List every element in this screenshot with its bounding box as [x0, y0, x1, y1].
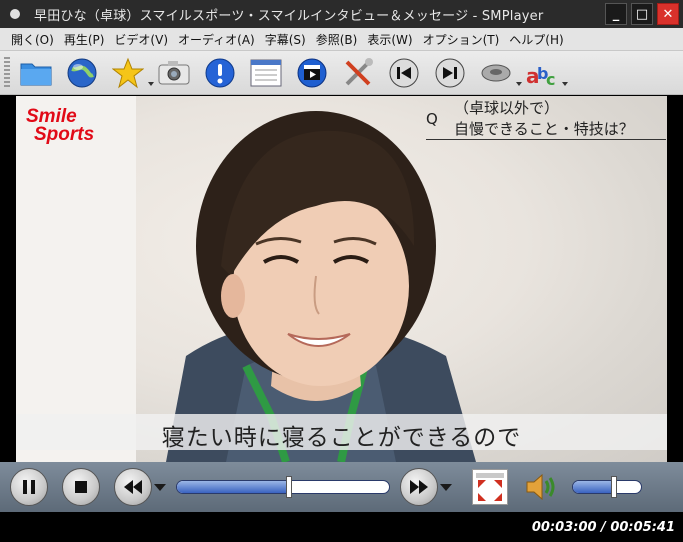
toolbar: abc — [0, 51, 683, 95]
svg-text:c: c — [546, 70, 555, 89]
video-person-image — [16, 96, 476, 462]
seek-thumb[interactable] — [286, 476, 293, 498]
menu-audio[interactable]: オーディオ(A) — [173, 31, 260, 48]
video-area[interactable]: Smile Sports Q （卓球以外で） 自慢できること・特技は？ 寝たい時… — [0, 96, 683, 462]
info-icon[interactable] — [202, 55, 238, 91]
audio-track-dropdown-arrow[interactable] — [516, 81, 522, 86]
media-clapper-icon[interactable] — [294, 55, 330, 91]
volume-thumb[interactable] — [610, 476, 617, 498]
menu-browse[interactable]: 参照(B) — [311, 31, 363, 48]
menu-subtitles[interactable]: 字幕(S) — [260, 31, 311, 48]
window-title: 早田ひな（卓球）スマイルスポーツ・スマイルインタビュー＆メッセージ - SMPl… — [34, 8, 544, 24]
minimize-button[interactable]: _ — [605, 3, 627, 25]
star-icon[interactable] — [110, 55, 154, 91]
question-mark-label: Q — [426, 110, 438, 128]
rewind-dropdown-arrow[interactable] — [154, 483, 166, 491]
menu-help[interactable]: ヘルプ(H) — [504, 31, 568, 48]
menu-view[interactable]: 表示(W) — [362, 31, 417, 48]
volume-slider[interactable] — [572, 476, 642, 498]
settings-tools-icon[interactable] — [340, 55, 376, 91]
forward-icon — [410, 480, 428, 494]
subtitle-text: 寝たい時に寝ることができるので — [161, 425, 522, 451]
menu-bar: 開く(O) 再生(P) ビデオ(V) オーディオ(A) 字幕(S) 参照(B) … — [0, 28, 683, 51]
fullscreen-button[interactable] — [472, 469, 508, 505]
folder-icon[interactable] — [18, 55, 54, 91]
logo-line-2: Sports — [34, 124, 95, 145]
camera-icon[interactable] — [156, 55, 192, 91]
globe-icon[interactable] — [64, 55, 100, 91]
smile-sports-logo: Smile Sports — [26, 107, 95, 145]
fullscreen-icon — [476, 473, 504, 501]
speaker-icon — [526, 473, 555, 501]
seek-slider[interactable] — [176, 476, 390, 498]
maximize-button[interactable]: □ — [631, 3, 653, 25]
control-bar — [0, 462, 683, 512]
volume-level — [573, 481, 614, 493]
subtitle-abc-icon[interactable]: abc — [524, 55, 568, 91]
stop-button[interactable] — [62, 468, 100, 506]
menu-video[interactable]: ビデオ(V) — [109, 31, 173, 48]
window-menu-icon[interactable] — [10, 9, 20, 19]
status-bar: 00:03:00 / 00:05:41 — [0, 512, 683, 542]
mute-button[interactable] — [524, 469, 560, 505]
question-text: （卓球以外で） 自慢できること・特技は？ — [454, 98, 634, 140]
toolbar-grip[interactable] — [4, 56, 10, 89]
forward-dropdown-arrow[interactable] — [440, 483, 452, 491]
time-display: 00:03:00 / 00:05:41 — [531, 519, 675, 535]
star-dropdown-arrow[interactable] — [148, 81, 154, 86]
stop-icon — [75, 481, 87, 493]
rewind-button[interactable] — [114, 468, 152, 506]
question-line-2: 自慢できること・特技は？ — [454, 120, 634, 138]
rewind-icon — [124, 480, 142, 494]
menu-play[interactable]: 再生(P) — [59, 31, 110, 48]
subtitle-dropdown-arrow[interactable] — [562, 81, 568, 86]
playlist-icon[interactable] — [248, 55, 284, 91]
menu-options[interactable]: オプション(T) — [418, 31, 505, 48]
menu-open[interactable]: 開く(O) — [6, 31, 59, 48]
question-caption: Q （卓球以外で） 自慢できること・特技は？ — [426, 98, 666, 140]
next-icon[interactable] — [432, 55, 468, 91]
video-frame[interactable]: Smile Sports Q （卓球以外で） 自慢できること・特技は？ 寝たい時… — [16, 96, 667, 462]
close-button[interactable]: ✕ — [657, 3, 679, 25]
audio-track-icon[interactable] — [478, 55, 522, 91]
title-bar: 早田ひな（卓球）スマイルスポーツ・スマイルインタビュー＆メッセージ - SMPl… — [0, 0, 683, 28]
seek-progress — [177, 481, 290, 493]
pause-icon — [23, 480, 35, 494]
previous-icon[interactable] — [386, 55, 422, 91]
forward-button[interactable] — [400, 468, 438, 506]
pause-button[interactable] — [10, 468, 48, 506]
question-line-1: （卓球以外で） — [454, 99, 560, 117]
